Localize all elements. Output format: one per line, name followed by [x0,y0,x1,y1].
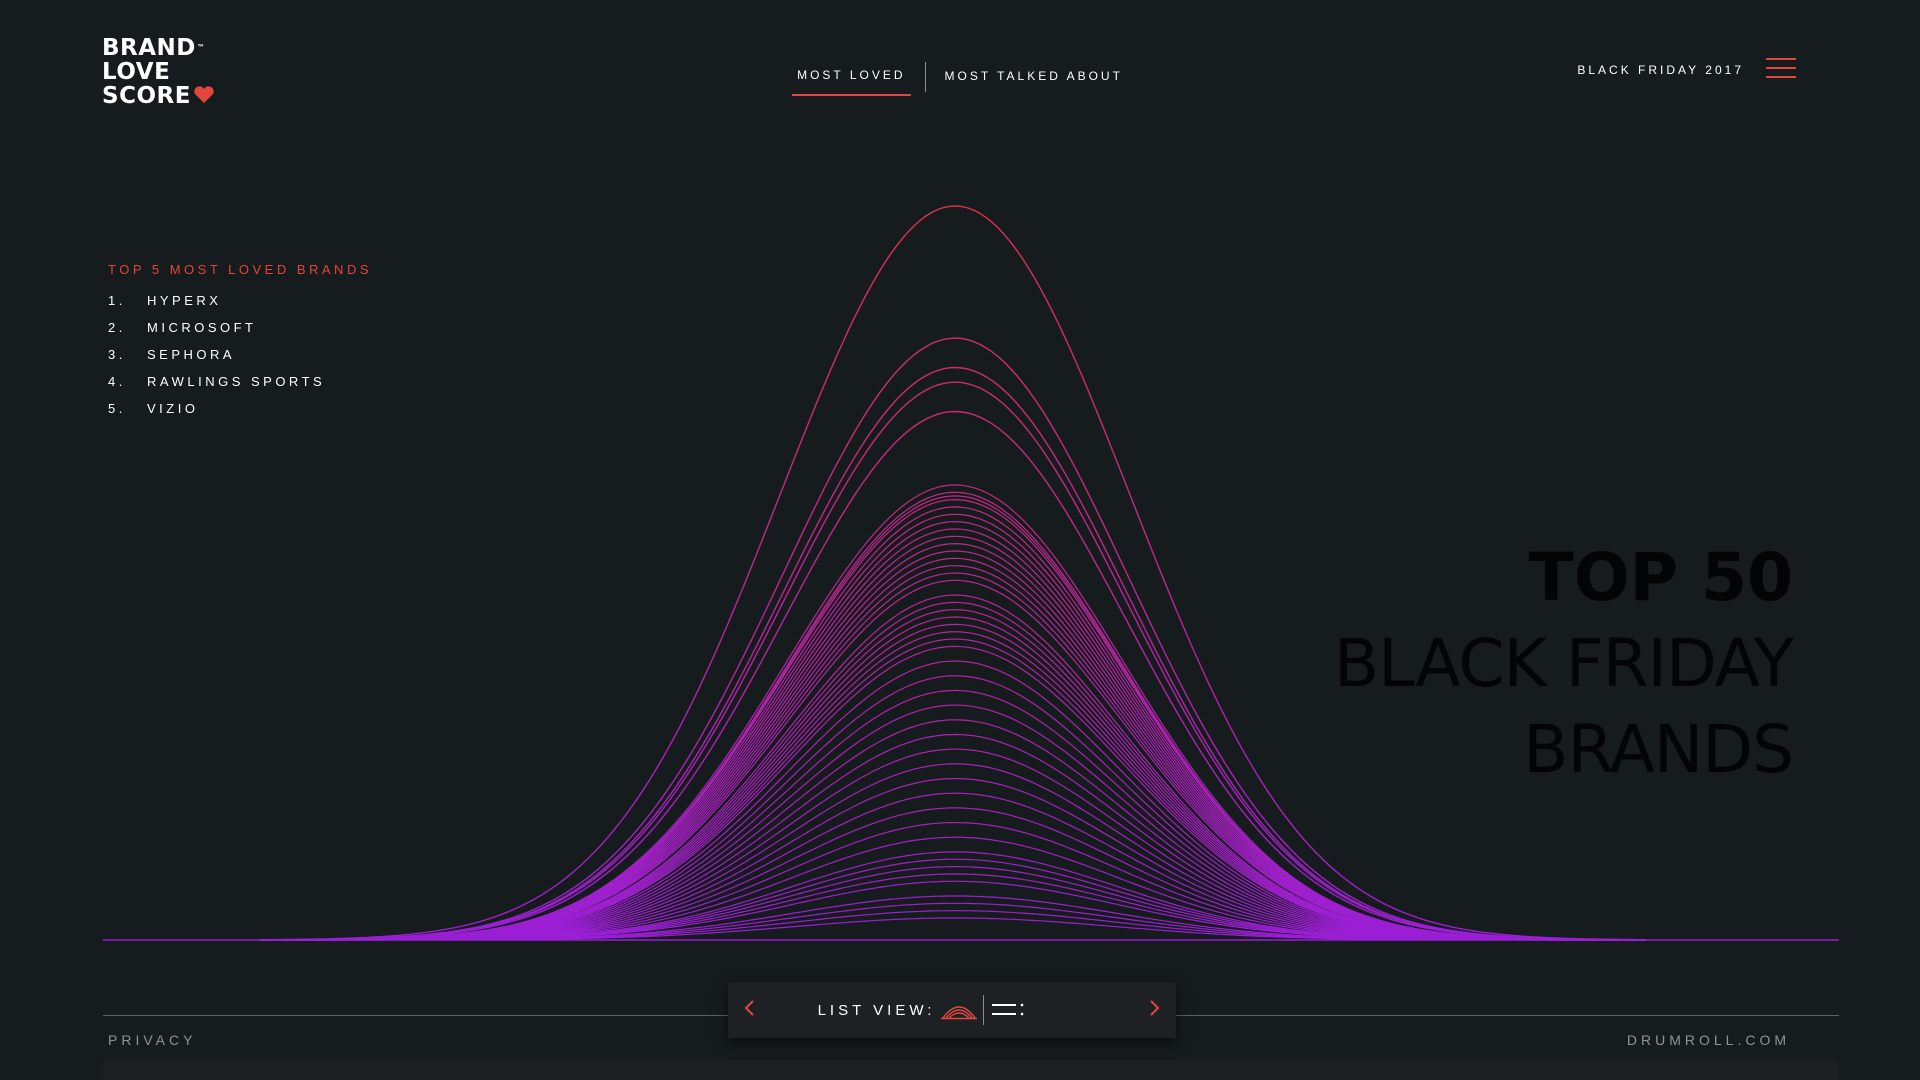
headline-line-2: BLACK FRIDAY [1333,625,1794,702]
list-view-divider [983,995,985,1025]
privacy-link[interactable]: PRIVACY [108,1032,196,1048]
headline-line-3: BRANDS [1523,711,1794,788]
headline: TOP 50 BLACK FRIDAY BRANDS [1333,535,1794,793]
list-icon[interactable] [990,1000,1026,1020]
chevron-left-icon[interactable] [728,997,772,1023]
bottom-strip [103,1060,1839,1080]
headline-line-1: TOP 50 [1528,539,1793,616]
list-view-label: LIST VIEW: [817,1001,936,1019]
curve-view-icon[interactable] [941,1000,978,1020]
drumroll-link[interactable]: DRUMROLL.COM [1627,1032,1790,1048]
chevron-right-icon[interactable] [1132,997,1176,1023]
list-view-control: LIST VIEW: [728,982,1176,1038]
list-view-options: LIST VIEW: [772,995,1132,1025]
